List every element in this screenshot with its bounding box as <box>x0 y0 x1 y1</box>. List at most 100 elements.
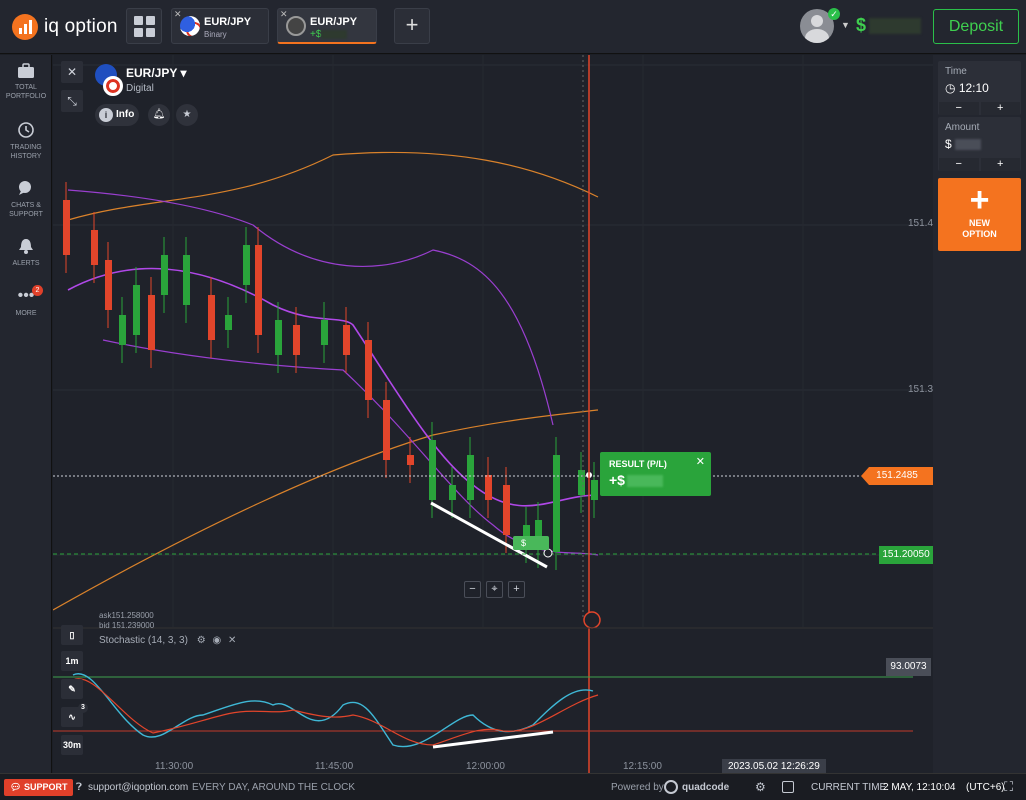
candle <box>255 245 262 335</box>
strike-marker <box>543 548 553 558</box>
amount-increase-button[interactable]: + <box>980 158 1020 171</box>
sidebar: TOTAL PORTFOLIO TRADING HISTORY CHATS & … <box>0 55 52 773</box>
sidebar-item-history[interactable]: TRADING HISTORY <box>0 121 52 161</box>
eur-jpy-flag-icon <box>180 16 200 36</box>
ask-bid-info: ask151.258000 bid 151.239000 <box>99 611 154 631</box>
zoom-out-button[interactable]: − <box>464 581 481 598</box>
reset-zoom-button[interactable]: ⌖ <box>486 581 503 598</box>
close-icon[interactable]: ✕ <box>280 9 288 20</box>
all-assets-button[interactable] <box>126 8 162 44</box>
star-icon: ★ <box>182 109 192 120</box>
bell-icon: 🔔︎ <box>152 109 166 120</box>
top-bar: iq option ✕ EUR/JPY Binary ✕ EUR/JPY +$ … <box>0 0 1026 54</box>
support-hours: EVERY DAY, AROUND THE CLOCK <box>192 782 356 793</box>
quadcode-logo-icon <box>664 780 678 794</box>
sidebar-item-alerts[interactable]: ALERTS <box>0 237 52 268</box>
chart-area[interactable]: ✕ ⤡ EUR/JPY ▾ Digital i Info 🔔︎ ★ RESULT … <box>53 55 933 773</box>
window-icon[interactable] <box>782 781 794 793</box>
indicators-button[interactable]: ∿ 3 <box>61 703 88 727</box>
candle <box>63 200 70 255</box>
cursor-time-label: 2023.05.02 12:26:29 <box>722 759 826 773</box>
amount-decrease-button[interactable]: − <box>939 158 979 171</box>
bell-icon <box>19 239 33 254</box>
candle <box>321 320 328 345</box>
support-button[interactable]: 💬︎ SUPPORT <box>4 779 74 796</box>
current-price-tag: 151.2485 <box>861 467 933 485</box>
time-decrease-button[interactable]: − <box>939 102 979 115</box>
sidebar-item-portfolio[interactable]: TOTAL PORTFOLIO <box>0 63 52 101</box>
current-time: 2 MAY, 12:10:04 <box>883 782 956 793</box>
brand-name: iq option <box>44 16 118 37</box>
close-icon[interactable]: ✕ <box>174 9 182 20</box>
result-title: RESULT (P/L) <box>609 459 667 469</box>
verified-icon: ✓ <box>828 8 840 20</box>
candle <box>293 325 300 355</box>
time-field[interactable]: Time ◷ 12:10 − + <box>938 61 1021 115</box>
candle-interval-button[interactable]: 30m <box>61 735 83 755</box>
current-time-label: CURRENT TIME: <box>811 782 889 793</box>
close-icon[interactable]: ✕ <box>61 61 83 83</box>
candle <box>148 295 155 350</box>
strike-price-tag: 151.20050 <box>879 546 933 564</box>
close-icon[interactable]: ✕ <box>696 455 705 468</box>
candle <box>243 245 250 285</box>
sidebar-item-chats[interactable]: CHATS & SUPPORT <box>0 179 52 219</box>
gear-icon[interactable]: ⚙ <box>755 780 766 794</box>
strike-amount-label: $ <box>513 536 549 550</box>
powered-by: Powered by <box>611 782 664 793</box>
chevron-down-icon[interactable]: ▼ <box>841 20 850 30</box>
candle <box>578 470 585 495</box>
amount-field[interactable]: Amount $ − + <box>938 117 1021 171</box>
info-icon: i <box>99 108 113 122</box>
eye-icon[interactable]: ◉ <box>212 635 221 646</box>
add-tab-button[interactable]: + <box>394 8 430 44</box>
candle <box>365 340 372 400</box>
logo-icon <box>12 14 38 40</box>
candle <box>133 285 140 335</box>
new-option-button[interactable]: + NEW OPTION <box>938 178 1021 251</box>
zoom-in-button[interactable]: + <box>508 581 525 598</box>
deposit-button[interactable]: Deposit <box>933 9 1019 44</box>
asset-name[interactable]: EUR/JPY ▾ <box>126 66 187 80</box>
time-increase-button[interactable]: + <box>980 102 1020 115</box>
candle <box>161 255 168 295</box>
candle <box>183 255 190 305</box>
candle <box>91 230 98 265</box>
candle <box>119 315 126 345</box>
favorite-button[interactable]: ★ <box>176 104 198 126</box>
bid-price: bid 151.239000 <box>99 621 155 630</box>
candle <box>383 400 390 460</box>
expiration-flag-icon <box>583 611 601 629</box>
draw-tool-button[interactable]: ✎ <box>61 679 83 699</box>
x-tick-label: 12:15:00 <box>623 761 662 772</box>
asset-tab-digital[interactable]: ✕ EUR/JPY +$ <box>277 8 377 44</box>
finish-flag-icon <box>286 16 306 36</box>
briefcase-icon <box>18 63 34 78</box>
chart-type-button[interactable]: ▯ <box>61 625 83 645</box>
help-icon: ❓︎ <box>76 782 83 793</box>
support-email[interactable]: support@iqoption.com <box>88 782 188 793</box>
footer: 💬︎ SUPPORT ❓︎ support@iqoption.com EVERY… <box>0 773 1026 800</box>
fullscreen-icon[interactable]: ⛶ <box>1004 779 1013 795</box>
price-chart[interactable] <box>53 55 933 773</box>
order-panel: Time ◷ 12:10 − + Amount $ − + + NEW OPTION <box>933 55 1026 773</box>
y-tick-label: 151.3 <box>908 384 933 395</box>
logo[interactable]: iq option <box>12 14 118 40</box>
timeframe-button[interactable]: 1m <box>61 651 83 671</box>
tab-profit: +$ <box>310 29 348 40</box>
candle <box>407 455 414 465</box>
asset-tab-binary[interactable]: ✕ EUR/JPY Binary <box>171 8 269 44</box>
x-tick-label: 11:30:00 <box>155 761 194 772</box>
result-panel[interactable]: RESULT (P/L) ✕ +$ <box>600 452 711 496</box>
close-icon[interactable]: ✕ <box>228 635 236 646</box>
stoch-trend-line <box>432 730 554 749</box>
candle <box>485 475 492 500</box>
candle <box>275 320 282 355</box>
info-button[interactable]: i Info <box>95 104 139 126</box>
sidebar-item-more[interactable]: ••• 2 MORE <box>0 285 52 318</box>
gear-icon[interactable]: ⚙ <box>197 635 206 646</box>
balance[interactable]: $ <box>856 15 922 36</box>
candle <box>343 325 350 355</box>
alert-button[interactable]: 🔔︎ <box>148 104 170 126</box>
collapse-icon[interactable]: ⤡ <box>61 90 83 112</box>
